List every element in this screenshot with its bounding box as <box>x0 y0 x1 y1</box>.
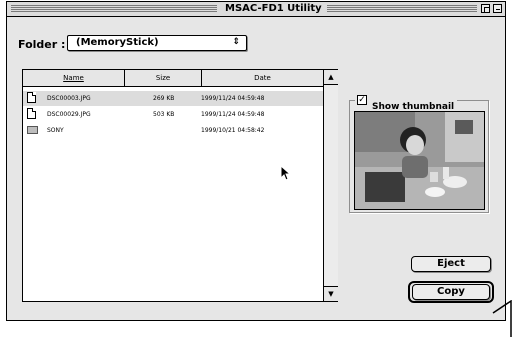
eject-button[interactable]: Eject <box>411 256 491 272</box>
column-header-date[interactable]: Date <box>202 70 323 86</box>
collapse-box-icon[interactable] <box>493 4 502 13</box>
folder-popup-value: (MemoryStick) <box>76 37 159 48</box>
thumbnail-image <box>354 111 485 210</box>
file-list[interactable]: Name Size Date DSC00003.JPG 269 KB 1999/… <box>22 69 338 302</box>
file-size: 503 KB <box>153 111 175 118</box>
folder-icon <box>27 126 38 134</box>
file-date: 1999/10/21 04:58:42 <box>201 127 265 134</box>
title-stripes-left <box>11 5 217 13</box>
file-date: 1999/11/24 04:59:48 <box>201 111 265 118</box>
window-title: MSAC-FD1 Utility <box>220 2 327 16</box>
list-item[interactable]: SONY 1999/10/21 04:58:42 <box>23 123 323 138</box>
column-header-name[interactable]: Name <box>23 70 124 86</box>
file-name: DSC00003.JPG <box>47 95 91 102</box>
zoom-box-icon[interactable] <box>481 4 490 13</box>
show-thumbnail-checkbox[interactable]: ✓ <box>357 95 367 105</box>
document-icon <box>27 92 36 103</box>
folder-popup-menu[interactable]: (MemoryStick) ⇕ <box>67 35 247 51</box>
list-header: Name Size Date <box>23 70 323 87</box>
vertical-scrollbar[interactable]: ▲ ▼ <box>323 70 338 301</box>
list-item[interactable]: DSC00029.JPG 503 KB 1999/11/24 04:59:48 <box>23 107 323 122</box>
resize-corner-icon[interactable] <box>492 300 512 338</box>
file-size: 269 KB <box>153 95 175 102</box>
popup-arrows-icon: ⇕ <box>232 37 240 47</box>
show-thumbnail-option[interactable]: ✓ Show thumbnail <box>355 94 458 112</box>
title-bar[interactable]: MSAC-FD1 Utility <box>7 2 505 17</box>
copy-button[interactable]: Copy <box>412 284 490 300</box>
list-item[interactable]: DSC00003.JPG 269 KB 1999/11/24 04:59:48 <box>23 91 323 106</box>
scroll-down-arrow-icon[interactable]: ▼ <box>324 286 338 301</box>
file-name: SONY <box>47 127 64 134</box>
file-date: 1999/11/24 04:59:48 <box>201 95 265 102</box>
document-icon <box>27 108 36 119</box>
title-stripes-right <box>307 5 477 13</box>
column-header-size[interactable]: Size <box>125 70 201 86</box>
folder-label: Folder : <box>18 38 66 51</box>
file-name: DSC00029.JPG <box>47 111 91 118</box>
mouse-pointer-icon <box>280 165 292 181</box>
scroll-up-arrow-icon[interactable]: ▲ <box>324 70 338 85</box>
